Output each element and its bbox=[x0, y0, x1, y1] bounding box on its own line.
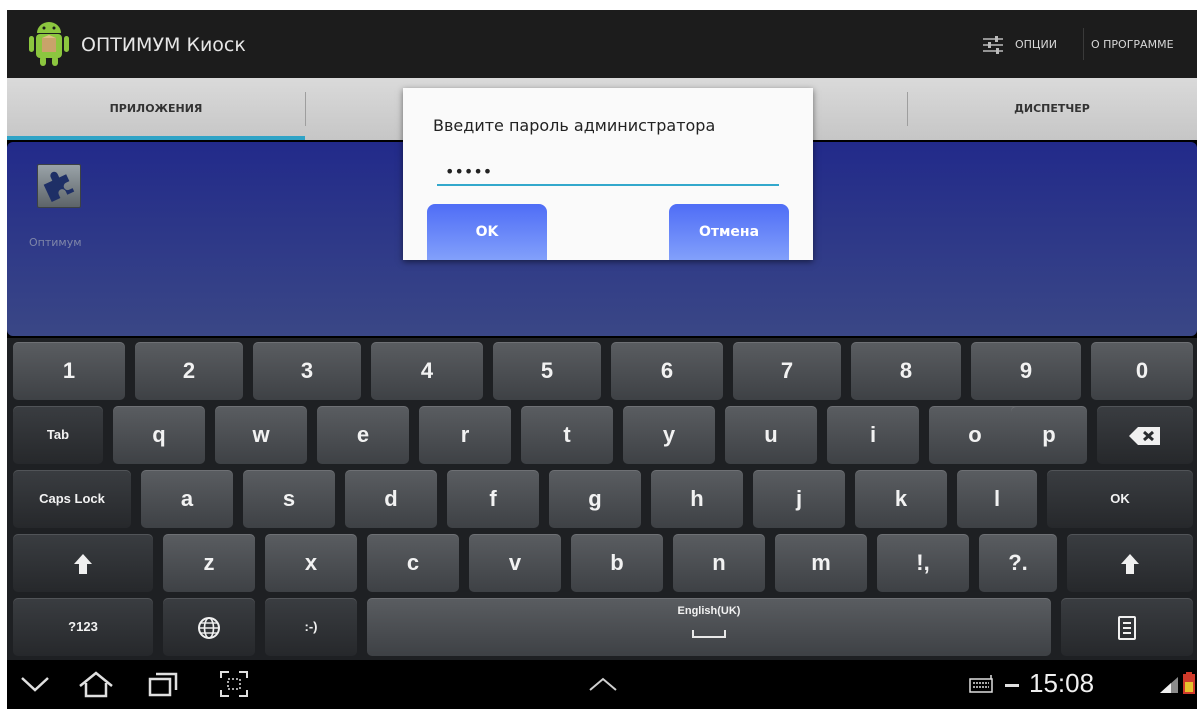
key-d[interactable]: d bbox=[345, 470, 437, 528]
key-1[interactable]: 1 bbox=[13, 342, 125, 400]
emoticon-key[interactable]: :-) bbox=[265, 598, 357, 656]
battery-icon bbox=[1183, 672, 1195, 694]
caps-lock-key[interactable]: Caps Lock bbox=[13, 470, 131, 528]
key-j[interactable]: j bbox=[753, 470, 845, 528]
admin-password-dialog: Введите пароль администратора OK Отмена bbox=[403, 88, 813, 260]
symbols-key[interactable]: ?123 bbox=[13, 598, 153, 656]
key-n[interactable]: n bbox=[673, 534, 765, 592]
key-9[interactable]: 9 bbox=[971, 342, 1081, 400]
backspace-key[interactable] bbox=[1097, 406, 1193, 464]
key-0[interactable]: 0 bbox=[1091, 342, 1193, 400]
key-h[interactable]: h bbox=[651, 470, 743, 528]
key-4[interactable]: 4 bbox=[371, 342, 483, 400]
shift-key-left[interactable] bbox=[13, 534, 153, 592]
shift-arrow-icon bbox=[74, 554, 92, 575]
key-f[interactable]: f bbox=[447, 470, 539, 528]
tab-dispatcher[interactable]: ДИСПЕТЧЕР bbox=[907, 78, 1197, 140]
key-2[interactable]: 2 bbox=[135, 342, 243, 400]
tab-applications-label: ПРИЛОЖЕНИЯ bbox=[109, 102, 203, 115]
clipboard-icon bbox=[1118, 616, 1136, 641]
on-screen-keyboard: 1 2 3 4 5 6 7 8 9 0 Tab q w e r t y u i … bbox=[7, 338, 1197, 660]
key-8[interactable]: 8 bbox=[851, 342, 961, 400]
key-question-period[interactable]: ?. bbox=[979, 534, 1057, 592]
key-g[interactable]: g bbox=[549, 470, 641, 528]
key-e[interactable]: e bbox=[317, 406, 409, 464]
space-key[interactable]: English(UK) bbox=[367, 598, 1051, 656]
enter-key[interactable]: OK bbox=[1047, 470, 1193, 528]
hide-keyboard-icon[interactable] bbox=[19, 674, 51, 694]
key-y[interactable]: y bbox=[623, 406, 715, 464]
password-input[interactable] bbox=[437, 158, 779, 186]
android-screen: ОПТИМУМ Киоск ОПЦИИ О ПРОГРАММЕ ПРИЛОЖЕН… bbox=[7, 10, 1197, 709]
keyboard-settings-key[interactable] bbox=[1061, 598, 1193, 656]
key-6[interactable]: 6 bbox=[611, 342, 723, 400]
dash-separator bbox=[1005, 684, 1019, 687]
shift-arrow-icon bbox=[1121, 554, 1139, 575]
shift-key-right[interactable] bbox=[1067, 534, 1193, 592]
signal-icon bbox=[1160, 677, 1178, 693]
key-q[interactable]: q bbox=[113, 406, 205, 464]
action-bar: ОПТИМУМ Киоск ОПЦИИ О ПРОГРАММЕ bbox=[7, 10, 1197, 78]
status-clock: 15:08 bbox=[1029, 668, 1095, 698]
backspace-icon bbox=[1129, 427, 1160, 446]
recent-apps-icon[interactable] bbox=[147, 670, 179, 698]
tab-divider bbox=[305, 92, 306, 126]
key-t[interactable]: t bbox=[521, 406, 613, 464]
options-menu-item[interactable]: ОПЦИИ bbox=[1015, 38, 1057, 51]
key-3[interactable]: 3 bbox=[253, 342, 361, 400]
key-r[interactable]: r bbox=[419, 406, 511, 464]
active-tab-indicator bbox=[7, 136, 305, 140]
key-p[interactable]: p bbox=[1011, 406, 1087, 464]
key-l[interactable]: l bbox=[957, 470, 1037, 528]
key-b[interactable]: b bbox=[571, 534, 663, 592]
launcher-item-label: Оптимум bbox=[29, 236, 82, 249]
key-5[interactable]: 5 bbox=[493, 342, 601, 400]
key-w[interactable]: w bbox=[215, 406, 307, 464]
globe-icon bbox=[198, 617, 220, 640]
action-divider bbox=[1083, 28, 1084, 60]
cancel-button[interactable]: Отмена bbox=[669, 204, 789, 260]
tab-dispatcher-label: ДИСПЕТЧЕР bbox=[1014, 102, 1090, 115]
key-m[interactable]: m bbox=[775, 534, 867, 592]
options-icon[interactable] bbox=[982, 34, 1004, 56]
ok-button[interactable]: OK bbox=[427, 204, 547, 260]
home-icon[interactable] bbox=[77, 670, 115, 698]
android-app-icon bbox=[29, 22, 69, 66]
key-u[interactable]: u bbox=[725, 406, 817, 464]
keyboard-notification-icon bbox=[969, 675, 993, 693]
key-7[interactable]: 7 bbox=[733, 342, 841, 400]
about-menu-item[interactable]: О ПРОГРАММЕ bbox=[1091, 38, 1174, 51]
key-k[interactable]: k bbox=[855, 470, 947, 528]
puzzle-icon[interactable] bbox=[37, 164, 81, 208]
key-i[interactable]: i bbox=[827, 406, 919, 464]
space-bar-icon bbox=[692, 630, 726, 638]
dialog-title: Введите пароль администратора bbox=[433, 116, 716, 135]
key-o[interactable]: o bbox=[929, 406, 1021, 464]
key-a[interactable]: a bbox=[141, 470, 233, 528]
key-s[interactable]: s bbox=[243, 470, 335, 528]
app-title: ОПТИМУМ Киоск bbox=[81, 34, 246, 56]
tab-key[interactable]: Tab bbox=[13, 406, 103, 464]
screenshot-icon[interactable] bbox=[219, 670, 249, 698]
system-navigation-bar: 15:08 bbox=[7, 660, 1197, 709]
key-z[interactable]: z bbox=[163, 534, 255, 592]
key-exclaim-comma[interactable]: !, bbox=[877, 534, 969, 592]
tab-applications[interactable]: ПРИЛОЖЕНИЯ bbox=[7, 78, 305, 140]
key-x[interactable]: x bbox=[265, 534, 357, 592]
key-v[interactable]: v bbox=[469, 534, 561, 592]
language-key[interactable] bbox=[163, 598, 255, 656]
chevron-up-icon[interactable] bbox=[587, 676, 619, 692]
space-language-label: English(UK) bbox=[677, 605, 741, 617]
key-c[interactable]: c bbox=[367, 534, 459, 592]
